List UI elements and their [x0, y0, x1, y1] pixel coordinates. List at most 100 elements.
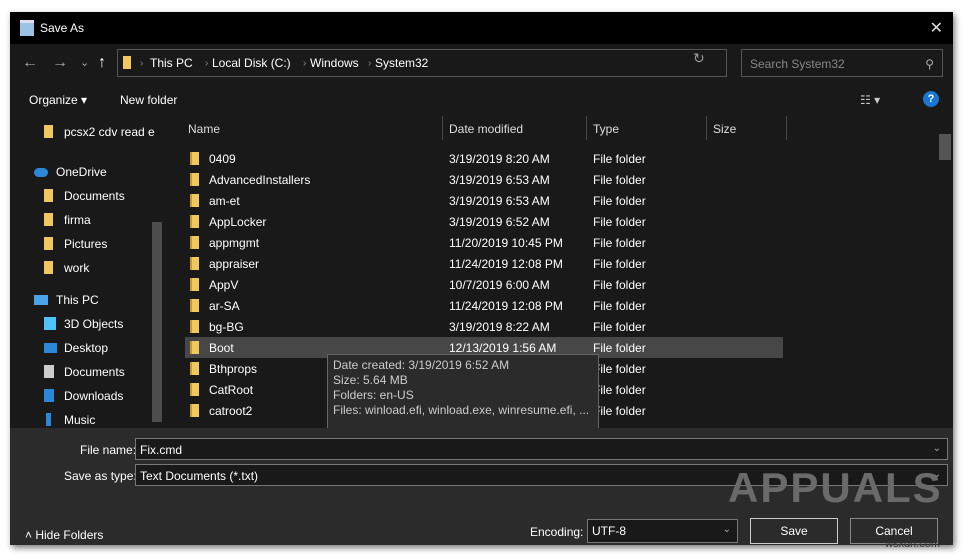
file-list-scrollbar[interactable]: [937, 114, 953, 428]
file-type: File folder: [593, 173, 646, 187]
file-name: appraiser: [209, 257, 260, 271]
refresh-button[interactable]: ↻: [693, 50, 705, 67]
sidebar-item-label: pcsx2 cdv read e: [64, 125, 155, 139]
file-type: File folder: [593, 236, 646, 250]
file-type: File folder: [593, 362, 646, 376]
breadcrumb-windows[interactable]: Windows: [310, 56, 359, 70]
notepad-icon: [20, 20, 34, 36]
hide-folders-label: Hide Folders: [35, 528, 104, 542]
sidebar-item[interactable]: 3D Objects: [10, 312, 160, 336]
save-as-type-value: Text Documents (*.txt): [140, 469, 259, 483]
file-date: 11/24/2019 12:08 PM: [449, 257, 563, 271]
sidebar-item[interactable]: This PC: [10, 288, 160, 312]
folder-icon: [44, 237, 53, 250]
breadcrumb-this-pc[interactable]: This PC: [150, 56, 193, 70]
folder-icon: [190, 383, 199, 396]
download-icon: [44, 389, 54, 402]
search-input[interactable]: Search System32 ⚲: [741, 49, 943, 77]
close-button[interactable]: ✕: [930, 18, 943, 38]
computer-icon: [34, 295, 48, 305]
folder-icon: [44, 261, 53, 274]
column-header-size[interactable]: Size: [713, 122, 736, 136]
column-header-date[interactable]: Date modified: [449, 122, 523, 136]
folder-icon: [190, 236, 199, 249]
address-bar[interactable]: › This PC › Local Disk (C:) › Windows › …: [117, 49, 727, 77]
sidebar-item[interactable]: Downloads: [10, 384, 160, 408]
breadcrumb-system32[interactable]: System32: [375, 56, 428, 70]
file-date: 12/13/2019 1:56 AM: [449, 341, 557, 355]
sidebar-item[interactable]: Documents: [10, 184, 160, 208]
sidebar-item[interactable]: Music: [10, 408, 160, 428]
folder-icon: [190, 215, 199, 228]
file-row[interactable]: AppV 10/7/2019 6:00 AM File folder: [185, 274, 783, 295]
file-row[interactable]: am-et 3/19/2019 6:53 AM File folder: [185, 190, 783, 211]
file-row[interactable]: ar-SA 11/24/2019 12:08 PM File folder: [185, 295, 783, 316]
title-bar: Save As ✕: [10, 12, 953, 44]
file-row[interactable]: appraiser 11/24/2019 12:08 PM File folder: [185, 253, 783, 274]
breadcrumb-local-disk[interactable]: Local Disk (C:): [212, 56, 291, 70]
organize-menu[interactable]: Organize ▾: [29, 93, 87, 107]
navigation-bar: ← → ⌄ ↑ › This PC › Local Disk (C:) › Wi…: [10, 44, 953, 84]
file-type: File folder: [593, 341, 646, 355]
folder-icon: [44, 189, 53, 202]
file-type: File folder: [593, 257, 646, 271]
back-button[interactable]: ←: [22, 54, 38, 72]
file-type: File folder: [593, 152, 646, 166]
folder-icon: [190, 341, 199, 354]
sidebar-item[interactable]: OneDrive: [10, 160, 160, 184]
file-row[interactable]: appmgmt 11/20/2019 10:45 PM File folder: [185, 232, 783, 253]
encoding-select[interactable]: UTF-8 ⌄: [587, 519, 738, 543]
sidebar-item[interactable]: Pictures: [10, 232, 160, 256]
folder-icon: [190, 362, 199, 375]
appuals-watermark-logo: APPUALS: [728, 464, 943, 511]
file-name: CatRoot: [209, 383, 254, 397]
toolbar: Organize ▾ New folder ☷ ▾ ?: [10, 84, 953, 114]
tooltip-line: Date created: 3/19/2019 6:52 AM: [333, 358, 510, 372]
help-button[interactable]: ?: [923, 91, 939, 107]
file-name: am-et: [209, 194, 240, 208]
sidebar-item[interactable]: Documents: [10, 360, 160, 384]
file-date: 10/7/2019 6:00 AM: [449, 278, 550, 292]
file-type: File folder: [593, 404, 646, 418]
forward-button[interactable]: →: [52, 54, 68, 72]
view-options-button[interactable]: ☷ ▾: [860, 93, 880, 107]
folder-icon: [44, 213, 53, 226]
file-name: bg-BG: [209, 320, 244, 334]
sidebar-item[interactable]: firma: [10, 208, 160, 232]
save-button[interactable]: Save: [750, 518, 838, 544]
sidebar-scrollbar[interactable]: [150, 114, 164, 428]
sidebar-item-label: This PC: [56, 293, 99, 307]
new-folder-button[interactable]: New folder: [120, 93, 177, 107]
site-watermark: wsxdn.com: [885, 538, 941, 550]
file-name: Boot: [209, 341, 234, 355]
up-button[interactable]: ↑: [98, 54, 106, 72]
file-date: 11/20/2019 10:45 PM: [449, 236, 563, 250]
column-header-name[interactable]: Name: [188, 122, 220, 136]
file-type: File folder: [593, 194, 646, 208]
file-name: catroot2: [209, 404, 253, 418]
file-row[interactable]: AdvancedInstallers 3/19/2019 6:53 AM File …: [185, 169, 783, 190]
search-icon: ⚲: [925, 57, 934, 71]
hide-folders-button[interactable]: ˄ Hide Folders: [25, 528, 103, 542]
file-name-value: Fix.cmd: [140, 443, 182, 457]
file-row[interactable]: bg-BG 3/19/2019 8:22 AM File folder: [185, 316, 783, 337]
sidebar-item-label: 3D Objects: [64, 317, 124, 331]
desktop-icon: [44, 343, 57, 353]
sidebar-item-label: work: [64, 261, 90, 275]
save-as-type-label: Save as type:: [64, 469, 137, 483]
recent-locations-button[interactable]: ⌄: [80, 56, 89, 69]
folder-tooltip: Date created: 3/19/2019 6:52 AM Size: 5.…: [327, 354, 599, 430]
folder-icon: [190, 152, 199, 165]
sidebar-item[interactable]: work: [10, 256, 160, 280]
file-row[interactable]: AppLocker 3/19/2019 6:52 AM File folder: [185, 211, 783, 232]
sidebar-item[interactable]: pcsx2 cdv read e: [10, 120, 160, 144]
window-title: Save As: [40, 21, 85, 35]
sidebar-item[interactable]: Desktop: [10, 336, 160, 360]
file-name-field[interactable]: Fix.cmd ⌄: [135, 438, 948, 460]
folder-icon: [123, 56, 131, 69]
column-header-type[interactable]: Type: [593, 122, 619, 136]
file-name: AdvancedInstallers: [209, 173, 311, 187]
file-row[interactable]: 0409 3/19/2019 8:20 AM File folder: [185, 148, 783, 169]
encoding-value: UTF-8: [592, 524, 626, 538]
sidebar-item-label: Documents: [64, 365, 125, 379]
